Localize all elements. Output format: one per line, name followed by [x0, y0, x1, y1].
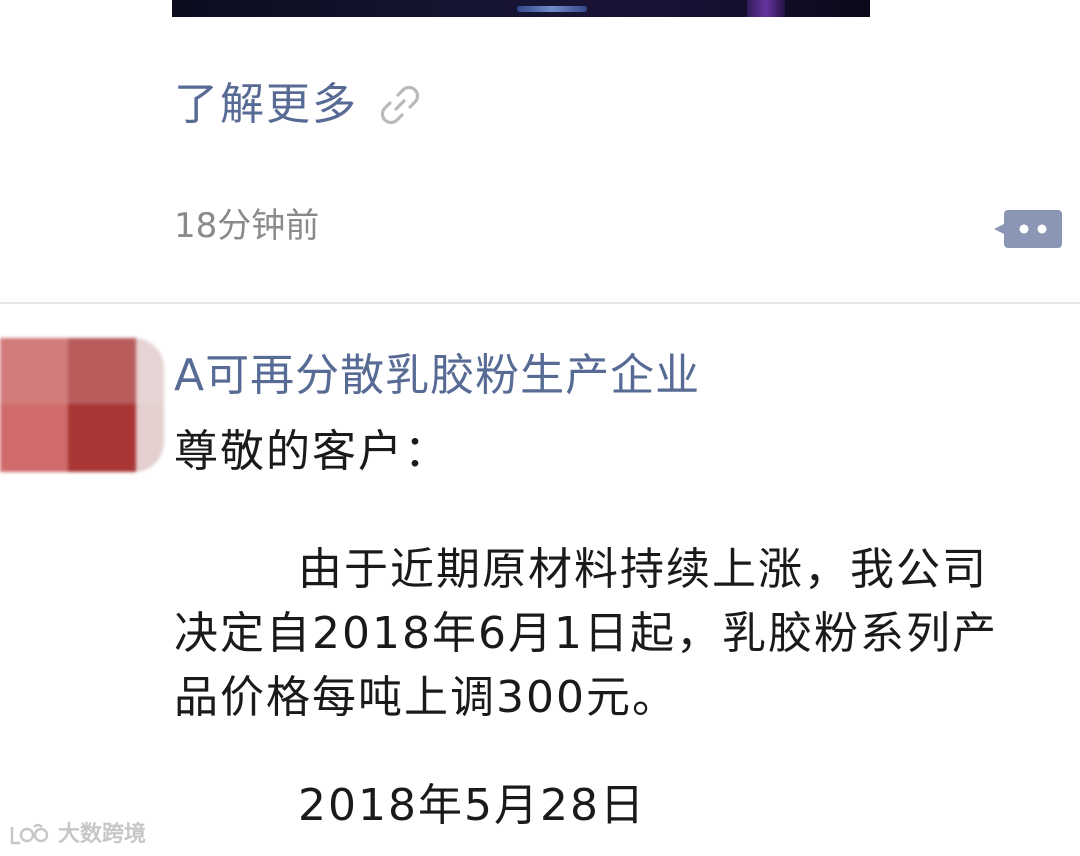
- image-highlight: [747, 0, 785, 17]
- avatar-pixel: [0, 404, 68, 472]
- post-timestamp: 18分钟前: [174, 206, 320, 246]
- post-greeting: 尊敬的客户：: [174, 426, 450, 477]
- post-image[interactable]: [172, 0, 870, 17]
- watermark-logo-icon: [10, 823, 49, 845]
- watermark-text: 大数跨境: [58, 822, 147, 847]
- post-date: 2018年5月28日: [298, 780, 646, 831]
- avatar-pixel: [136, 338, 164, 404]
- learn-more-label: 了解更多: [174, 79, 358, 130]
- comment-dots-icon[interactable]: [992, 206, 1064, 252]
- avatar-pixel: [0, 338, 68, 404]
- avatar-pixel: [68, 404, 136, 472]
- avatar[interactable]: [0, 338, 164, 472]
- post-author-name[interactable]: A可再分散乳胶粉生产企业: [174, 346, 700, 406]
- learn-more-link[interactable]: 了解更多: [174, 78, 426, 132]
- chain-link-icon: [380, 85, 420, 125]
- post-divider: [0, 302, 1080, 304]
- image-highlight: [517, 6, 587, 12]
- post-text-line: 品价格每吨上调300元。: [174, 672, 678, 723]
- moments-feed: 了解更多 18分钟前 A可再分散乳胶粉生产企业 尊敬的客户： 由于近期原材料持续…: [0, 0, 1080, 856]
- watermark: 大数跨境: [8, 820, 146, 850]
- post-text-line: 由于近期原材料持续上涨，我公司: [298, 544, 988, 595]
- avatar-pixel: [68, 338, 136, 404]
- avatar-pixel: [136, 404, 164, 472]
- post-text-line: 决定自2018年6月1日起，乳胶粉系列产: [174, 608, 998, 659]
